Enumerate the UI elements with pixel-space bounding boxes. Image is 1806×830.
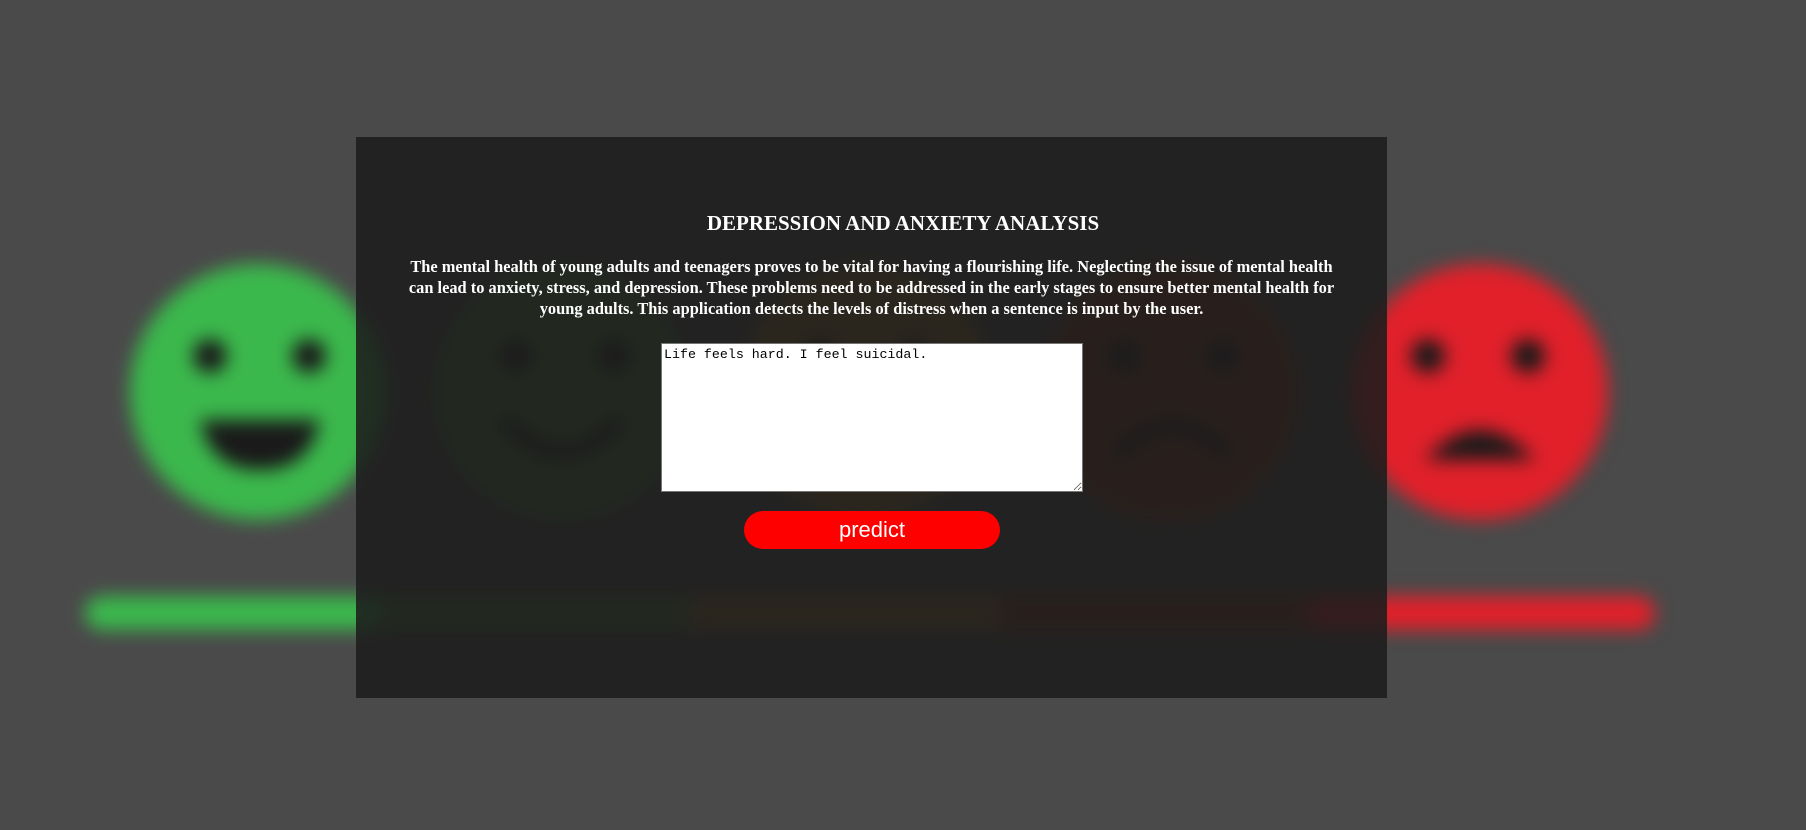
predict-button[interactable]: predict bbox=[744, 511, 1000, 549]
distressed-face-icon bbox=[1352, 264, 1608, 520]
page-title: DEPRESSION AND ANXIETY ANALYSIS bbox=[706, 211, 1100, 235]
laughing-face-icon bbox=[130, 264, 386, 520]
page-description: The mental health of young adults and te… bbox=[408, 257, 1335, 318]
sentence-input[interactable]: Life feels hard. I feel suicidal. bbox=[661, 343, 1083, 492]
